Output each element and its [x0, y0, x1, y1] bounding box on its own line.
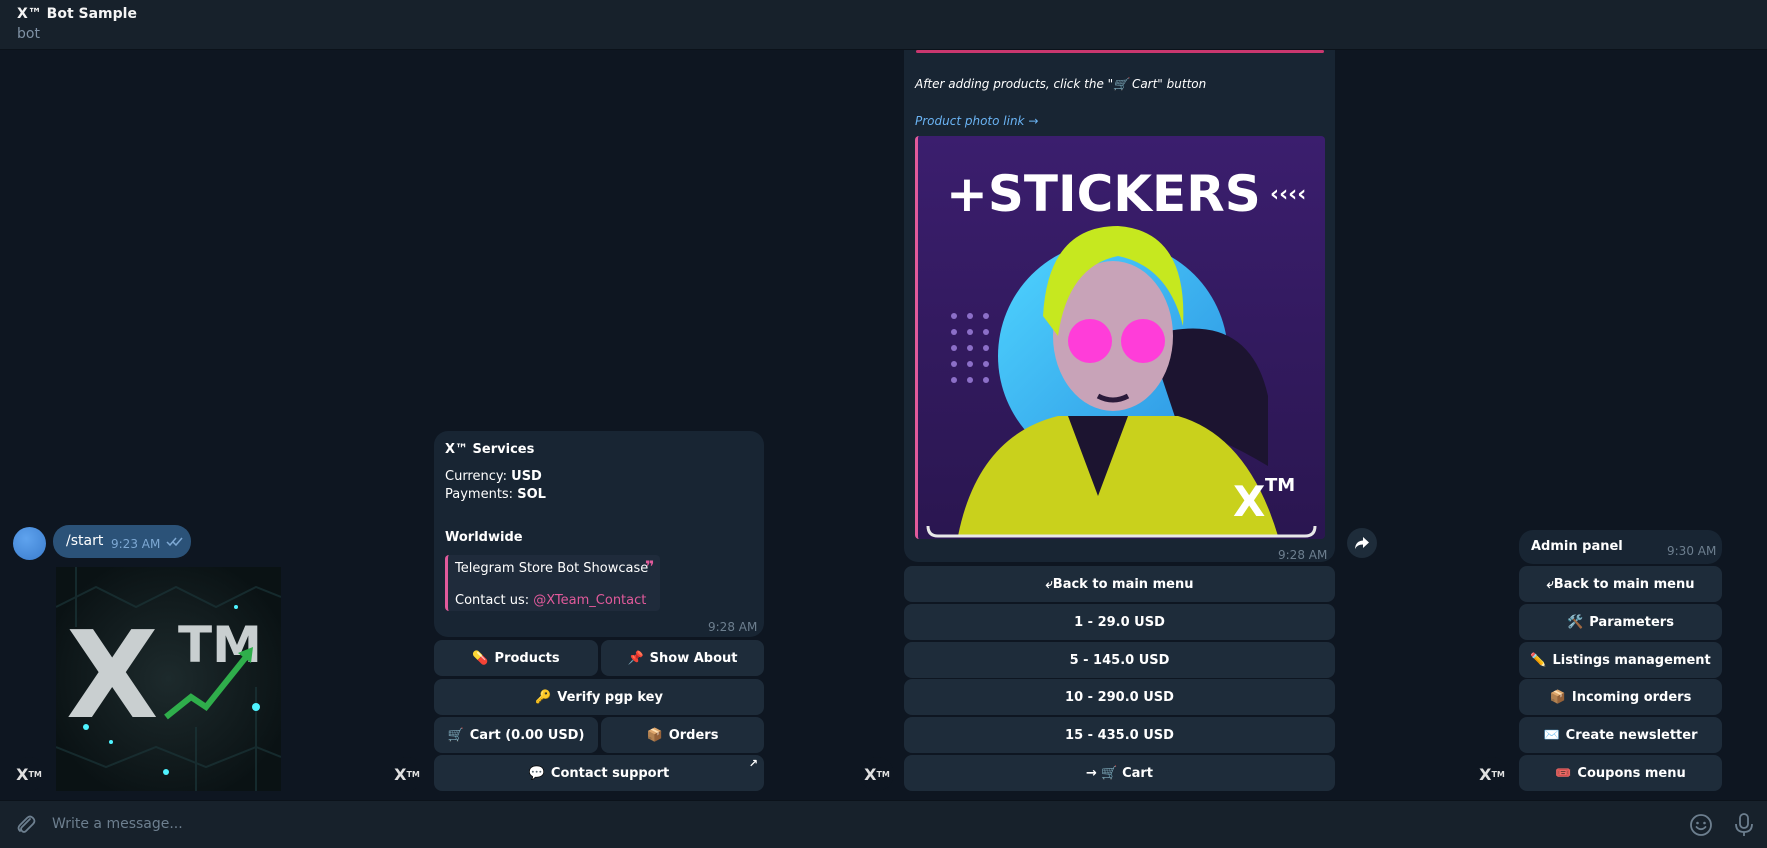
ticket-icon: 🎟️ — [1555, 765, 1572, 781]
quote-icon: ❞ — [645, 557, 655, 576]
outgoing-message[interactable]: /start 9:23 AM — [53, 525, 191, 558]
product-photo-link[interactable]: Product photo link → — [915, 114, 1038, 128]
quantity-option-15-button[interactable]: 15 - 435.0 USD — [904, 717, 1335, 753]
products-button[interactable]: 💊 Products — [434, 640, 598, 676]
message-input[interactable]: Write a message... — [52, 816, 183, 832]
cart-button[interactable]: 🛒 Cart (0.00 USD) — [434, 717, 598, 753]
admin-panel-message[interactable]: Admin panel 9:30 AM — [1519, 530, 1722, 564]
xtm-logo-graphic: X TM — [56, 567, 281, 791]
pill-icon: 💊 — [472, 650, 489, 666]
envelope-icon: ✉️ — [1543, 727, 1560, 743]
bot-avatar[interactable]: X TM — [1475, 757, 1509, 791]
chat-title: X™ Bot Sample — [17, 6, 137, 22]
message-time: 9:23 AM — [111, 537, 161, 551]
bot-avatar[interactable]: X TM — [12, 757, 46, 791]
svg-text:X: X — [1233, 477, 1265, 526]
quantity-option-5-button[interactable]: 5 - 145.0 USD — [904, 642, 1335, 678]
forward-button[interactable] — [1347, 528, 1377, 558]
services-message[interactable]: X™ Services Currency: USD Payments: SOL … — [434, 431, 764, 637]
package-icon: 📦 — [646, 727, 663, 743]
pin-icon: 📌 — [627, 650, 644, 666]
pencil-icon: ✏️ — [1530, 652, 1547, 668]
chat-header[interactable]: X™ Bot Sample bot — [0, 0, 1767, 50]
currency-line: Currency: USD — [445, 469, 542, 484]
product-photo[interactable]: +STICKERS ‹‹‹‹ X TM — [915, 136, 1325, 539]
message-time: 9:28 AM — [1278, 548, 1328, 562]
admin-title: Admin panel — [1531, 539, 1623, 554]
contact-support-button[interactable]: 💬 Contact support ↗ — [434, 755, 764, 791]
quantity-option-1-button[interactable]: 1 - 29.0 USD — [904, 604, 1335, 640]
quote-block: Telegram Store Bot Showcase ❞ Contact us… — [445, 555, 660, 611]
paperclip-icon[interactable] — [14, 813, 38, 837]
contact-mention-link[interactable]: @XTeam_Contact — [533, 593, 646, 608]
product-message[interactable]: After adding products, click the "🛒 Cart… — [904, 50, 1335, 562]
bot-avatar[interactable]: X TM — [860, 757, 894, 791]
message-text: /start — [66, 533, 104, 549]
quote-text: Telegram Store Bot Showcase — [455, 561, 649, 576]
listings-management-button[interactable]: ✏️ Listings management — [1519, 642, 1722, 678]
svg-text:TM: TM — [1265, 475, 1295, 496]
services-title: X™ Services — [445, 442, 535, 457]
incoming-orders-button[interactable]: 📦 Incoming orders — [1519, 679, 1722, 715]
go-to-cart-button[interactable]: → 🛒 Cart — [904, 755, 1335, 791]
parameters-button[interactable]: 🛠️ Parameters — [1519, 604, 1722, 640]
stickers-illustration: +STICKERS ‹‹‹‹ X TM — [918, 136, 1325, 539]
admin-back-to-main-menu-button[interactable]: ⤶Back to main menu — [1519, 566, 1722, 602]
verify-pgp-button[interactable]: 🔑 Verify pgp key — [434, 679, 764, 715]
svg-text:X: X — [66, 607, 159, 746]
quantity-option-10-button[interactable]: 10 - 290.0 USD — [904, 679, 1335, 715]
microphone-icon[interactable] — [1732, 812, 1756, 838]
svg-text:‹‹‹‹: ‹‹‹‹ — [1270, 182, 1306, 207]
forward-icon — [1355, 537, 1369, 549]
coupons-menu-button[interactable]: 🎟️ Coupons menu — [1519, 755, 1722, 791]
create-newsletter-button[interactable]: ✉️ Create newsletter — [1519, 717, 1722, 753]
package-icon: 📦 — [1549, 689, 1566, 705]
speech-bubble-icon: 💬 — [528, 765, 545, 781]
message-time: 9:30 AM — [1667, 544, 1717, 558]
back-to-main-menu-button[interactable]: ⤶Back to main menu — [904, 566, 1335, 602]
quote-contact: Contact us: @XTeam_Contact — [455, 593, 647, 608]
bot-avatar[interactable]: X TM — [390, 757, 424, 791]
read-ticks-icon — [166, 537, 183, 547]
payments-line: Payments: SOL — [445, 487, 546, 502]
svg-text:+STICKERS: +STICKERS — [946, 165, 1261, 223]
show-about-button[interactable]: 📌 Show About — [601, 640, 764, 676]
external-link-icon: ↗ — [748, 757, 758, 770]
region-line: Worldwide — [445, 530, 523, 545]
message-composer: Write a message... — [0, 800, 1767, 848]
tools-icon: 🛠️ — [1567, 614, 1584, 630]
xtm-logo-image[interactable]: X TM — [56, 567, 281, 791]
key-icon: 🔑 — [535, 689, 552, 705]
cart-icon: 🛒 — [447, 727, 464, 743]
chat-subtitle: bot — [17, 26, 40, 42]
quote-bar — [916, 50, 1324, 53]
svg-text:TM: TM — [178, 616, 262, 674]
emoji-icon[interactable] — [1689, 813, 1713, 837]
user-avatar[interactable] — [13, 527, 46, 560]
message-time: 9:28 AM — [708, 620, 758, 634]
product-caption: After adding products, click the "🛒 Cart… — [915, 77, 1207, 91]
orders-button[interactable]: 📦 Orders — [601, 717, 764, 753]
